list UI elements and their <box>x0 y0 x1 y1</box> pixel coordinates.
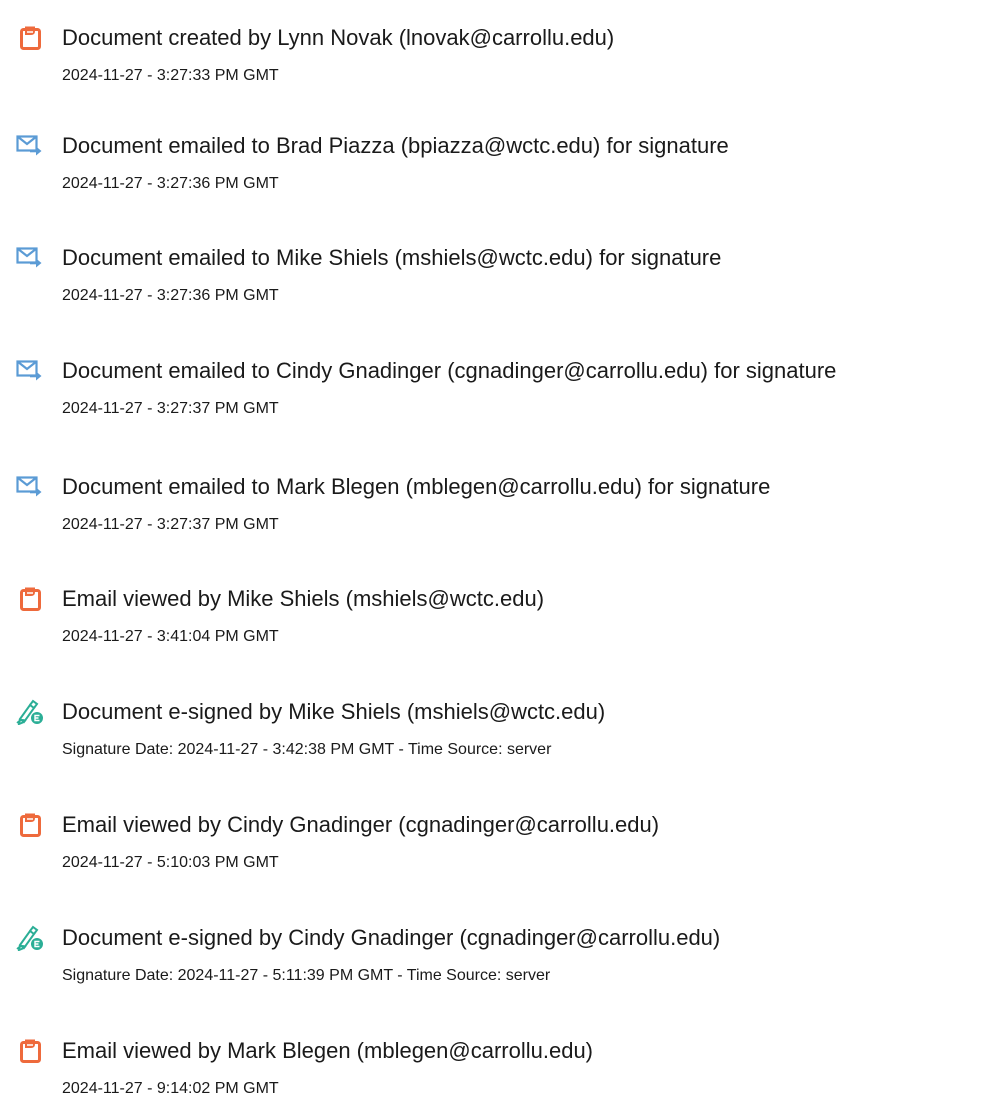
event-timestamp: 2024-11-27 - 3:27:36 PM GMT <box>62 287 279 304</box>
signature-date-text: Signature Date: 2024-11-27 - 5:11:39 PM … <box>62 967 551 984</box>
audit-event: Document emailed to Brad Piazza (bpiazza… <box>0 133 999 203</box>
event-timestamp: 2024-11-27 - 3:27:33 PM GMT <box>62 67 279 84</box>
e-sign-pen-icon <box>16 699 44 725</box>
event-title: Email viewed by Cindy Gnadinger (cgnadin… <box>62 812 660 837</box>
audit-event: Document emailed to Mike Shiels (mshiels… <box>0 245 999 315</box>
event-timestamp: 2024-11-27 - 5:10:03 PM GMT <box>62 854 279 871</box>
event-timestamp: 2024-11-27 - 3:27:37 PM GMT <box>62 516 279 533</box>
event-title: Document emailed to Mark Blegen (mblegen… <box>62 474 771 499</box>
email-send-icon <box>16 474 44 500</box>
audit-event: Email viewed by Mark Blegen (mblegen@car… <box>0 1038 999 1108</box>
event-timestamp: 2024-11-27 - 9:14:02 PM GMT <box>62 1080 279 1097</box>
event-title: Document e-signed by Mike Shiels (mshiel… <box>62 699 606 724</box>
signature-date-text: Signature Date: 2024-11-27 - 3:42:38 PM … <box>62 741 552 758</box>
email-send-icon <box>16 133 44 159</box>
event-title: Email viewed by Mike Shiels (mshiels@wct… <box>62 586 545 611</box>
document-icon <box>16 586 44 612</box>
event-title: Email viewed by Mark Blegen (mblegen@car… <box>62 1038 594 1063</box>
audit-event: Document e-signed by Mike Shiels (mshiel… <box>0 699 999 769</box>
event-title: Document emailed to Brad Piazza (bpiazza… <box>62 133 729 158</box>
document-icon <box>16 1038 44 1064</box>
audit-event: Document created by Lynn Novak (lnovak@c… <box>0 25 999 95</box>
email-send-icon <box>16 245 44 271</box>
event-title: Document e-signed by Cindy Gnadinger (cg… <box>62 925 721 950</box>
event-timestamp: 2024-11-27 - 3:27:37 PM GMT <box>62 400 279 417</box>
e-sign-pen-icon <box>16 925 44 951</box>
audit-event: Email viewed by Mike Shiels (mshiels@wct… <box>0 586 999 656</box>
event-title: Document emailed to Mike Shiels (mshiels… <box>62 245 722 270</box>
audit-event: Email viewed by Cindy Gnadinger (cgnadin… <box>0 812 999 882</box>
event-title: Document emailed to Cindy Gnadinger (cgn… <box>62 358 837 383</box>
document-icon <box>16 812 44 838</box>
audit-event: Document emailed to Cindy Gnadinger (cgn… <box>0 358 999 428</box>
audit-event: Document emailed to Mark Blegen (mblegen… <box>0 474 999 544</box>
event-title: Document created by Lynn Novak (lnovak@c… <box>62 25 615 50</box>
email-send-icon <box>16 358 44 384</box>
event-timestamp: 2024-11-27 - 3:41:04 PM GMT <box>62 628 279 645</box>
event-timestamp: 2024-11-27 - 3:27:36 PM GMT <box>62 175 279 192</box>
document-icon <box>16 25 44 51</box>
audit-event: Document e-signed by Cindy Gnadinger (cg… <box>0 925 999 995</box>
